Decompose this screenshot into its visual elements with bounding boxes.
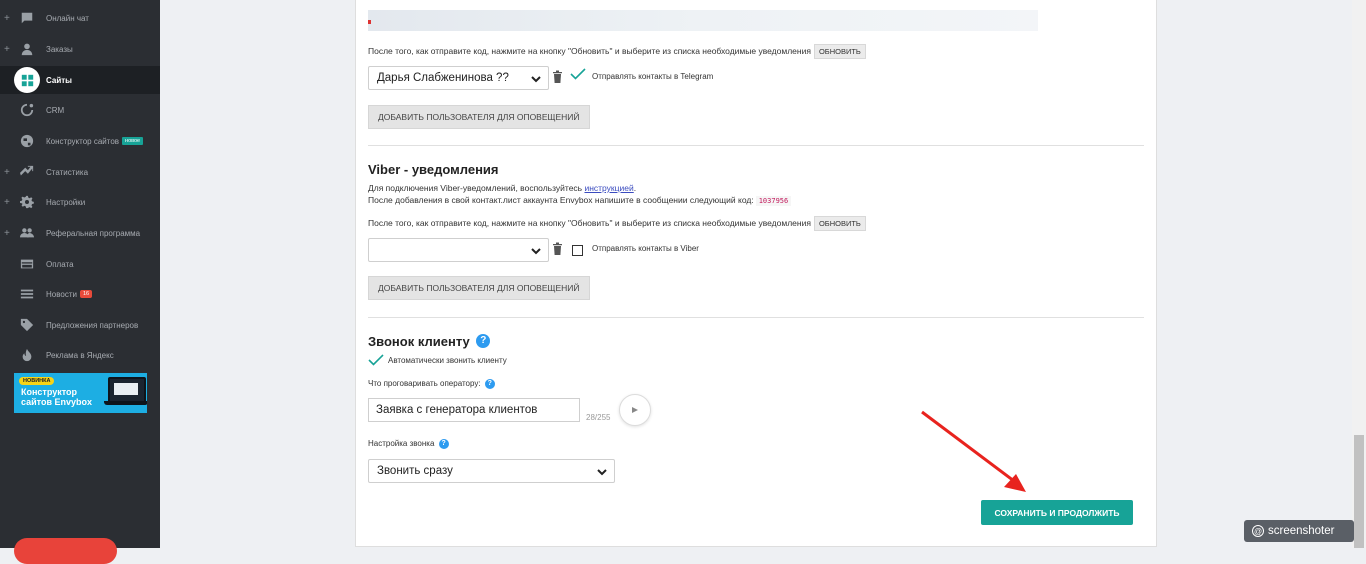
expand-plus[interactable]: + xyxy=(4,13,10,24)
telegram-refresh-hint-row: После того, как отправите код, нажмите н… xyxy=(368,44,866,59)
sidebar-item-label: CRM xyxy=(46,105,65,115)
call-setting-select[interactable]: Звонить сразу xyxy=(368,459,615,483)
viber-code-line: После добавления в свой контакт.лист акк… xyxy=(368,195,792,206)
sidebar-item-label: Реклама в Яндекс xyxy=(46,350,114,360)
viber-refresh-hint: После того, как отправите код, нажмите н… xyxy=(368,217,811,228)
promo-new-badge: НОВИНКА xyxy=(19,377,55,385)
expand-plus[interactable]: + xyxy=(4,197,10,208)
sidebar-item-label: Новости 16 xyxy=(46,290,93,299)
operator-phrase-input[interactable]: Заявка с генератора клиентов xyxy=(368,398,580,422)
at-icon: @ xyxy=(1252,525,1264,537)
auto-call-label: Автоматически звонить клиенту xyxy=(388,356,507,365)
section-divider xyxy=(368,145,1144,146)
section-divider xyxy=(368,317,1144,318)
chat-icon xyxy=(20,11,34,25)
sidebar: + Онлайн чат + Заказы Сайты CRM Конструк… xyxy=(0,0,160,564)
telegram-contacts-check-icon[interactable] xyxy=(570,68,586,80)
sidebar-item-yandex-ads[interactable]: Реклама в Яндекс xyxy=(0,341,160,369)
sidebar-item-label: Конструктор сайтов новое xyxy=(46,137,144,146)
sidebar-item-statistics[interactable]: + Статистика xyxy=(0,158,160,186)
help-icon[interactable]: ? xyxy=(438,439,449,449)
telegram-contacts-label: Отправлять контакты в Telegram xyxy=(592,72,714,81)
sidebar-item-label: Предложения партнеров xyxy=(46,320,139,330)
site-builder-promo-banner[interactable]: НОВИНКА Конструктор сайтов Envybox xyxy=(14,373,147,413)
sidebar-item-site-builder[interactable]: Конструктор сайтов новое xyxy=(0,127,160,155)
viber-delete-icon[interactable] xyxy=(552,242,563,255)
call-setting-select-value: Звонить сразу xyxy=(377,465,453,477)
call-setting-label-row: Настройка звонка ? xyxy=(368,439,449,449)
viber-contacts-checkbox[interactable] xyxy=(572,245,583,256)
sidebar-item-label: Онлайн чат xyxy=(46,13,89,23)
sidebar-item-referral[interactable]: + Реферальная программа xyxy=(0,219,160,247)
sidebar-item-label: Сайты xyxy=(46,75,72,85)
operator-phrase-label-row: Что проговаривать оператору: ? xyxy=(368,379,495,389)
telegram-user-select-value: Дарья Слабженинова ?? xyxy=(377,72,509,84)
viber-contacts-label: Отправлять контакты в Viber xyxy=(592,244,699,253)
sites-icon xyxy=(14,67,40,93)
auto-call-check-icon[interactable] xyxy=(368,354,384,366)
char-counter: 28/255 xyxy=(586,413,611,422)
viber-instructions-link[interactable]: инструкцией xyxy=(584,183,633,193)
sidebar-item-label: Настройки xyxy=(46,197,86,207)
red-action-button[interactable] xyxy=(14,538,117,564)
tag-icon xyxy=(20,318,34,332)
expand-plus[interactable]: + xyxy=(4,167,10,178)
viber-code: 1037956 xyxy=(755,196,792,206)
card-icon xyxy=(20,257,34,271)
viber-user-select[interactable] xyxy=(368,238,549,262)
sidebar-item-settings[interactable]: + Настройки xyxy=(0,188,160,216)
help-icon[interactable]: ? xyxy=(484,379,495,389)
chevron-down-icon xyxy=(597,469,607,476)
sidebar-item-payment[interactable]: Оплата xyxy=(0,250,160,278)
sidebar-item-sites[interactable]: Сайты xyxy=(0,66,160,94)
chevron-down-icon xyxy=(531,248,541,255)
screenshoter-watermark: @ screenshoter xyxy=(1244,520,1354,542)
viber-instructions-line: Для подключения Viber-уведомлений, воспо… xyxy=(368,183,637,193)
crm-icon xyxy=(20,103,34,117)
telegram-add-user-button[interactable]: ДОБАВИТЬ ПОЛЬЗОВАТЕЛЯ ДЛЯ ОПОВЕЩЕНИЙ xyxy=(368,105,590,129)
red-arrow-annotation xyxy=(921,410,1026,492)
globe-icon xyxy=(20,134,34,148)
sidebar-item-label: Реферальная программа xyxy=(46,228,141,238)
sidebar-item-orders[interactable]: + Заказы xyxy=(0,35,160,63)
sidebar-item-label: Статистика xyxy=(46,167,89,177)
viber-section-title: Viber - уведомления xyxy=(368,162,499,177)
telegram-user-select[interactable]: Дарья Слабженинова ?? xyxy=(368,66,549,90)
telegram-refresh-button[interactable]: ОБНОВИТЬ xyxy=(813,44,866,59)
chevron-down-icon xyxy=(531,76,541,83)
page-scrollbar[interactable] xyxy=(1352,0,1366,548)
play-preview-button[interactable] xyxy=(619,394,651,426)
sidebar-item-label: Оплата xyxy=(46,259,74,269)
trend-icon xyxy=(20,165,34,179)
fire-icon xyxy=(20,348,34,362)
people-icon xyxy=(20,226,34,240)
help-icon[interactable]: ? xyxy=(476,334,491,348)
viber-refresh-hint-row: После того, как отправите код, нажмите н… xyxy=(368,216,866,231)
expand-plus[interactable]: + xyxy=(4,228,10,239)
sidebar-item-crm[interactable]: CRM xyxy=(0,96,160,124)
new-badge: новое xyxy=(122,137,144,146)
blurred-marker xyxy=(368,20,371,24)
sidebar-item-partners[interactable]: Предложения партнеров xyxy=(0,311,160,339)
scrollbar-thumb[interactable] xyxy=(1354,435,1364,548)
news-count-badge: 16 xyxy=(79,290,93,299)
gear-icon xyxy=(20,195,34,209)
user-icon xyxy=(20,42,34,56)
sidebar-item-news[interactable]: Новости 16 xyxy=(0,280,160,308)
viber-refresh-button[interactable]: ОБНОВИТЬ xyxy=(813,216,866,231)
play-icon xyxy=(632,407,638,413)
sidebar-item-online-chat[interactable]: + Онлайн чат xyxy=(0,4,160,32)
sidebar-item-label: Заказы xyxy=(46,44,73,54)
callback-section-title: Звонок клиенту ? xyxy=(368,334,491,349)
telegram-delete-icon[interactable] xyxy=(552,70,563,83)
laptop-icon xyxy=(108,377,146,403)
viber-add-user-button[interactable]: ДОБАВИТЬ ПОЛЬЗОВАТЕЛЯ ДЛЯ ОПОВЕЩЕНИЙ xyxy=(368,276,590,300)
news-icon xyxy=(20,287,34,301)
laptop-base xyxy=(104,401,147,405)
telegram-refresh-hint: После того, как отправите код, нажмите н… xyxy=(368,45,811,56)
expand-plus[interactable]: + xyxy=(4,44,10,55)
promo-title: Конструктор сайтов Envybox xyxy=(21,387,92,407)
blurred-code-field xyxy=(368,10,1038,31)
